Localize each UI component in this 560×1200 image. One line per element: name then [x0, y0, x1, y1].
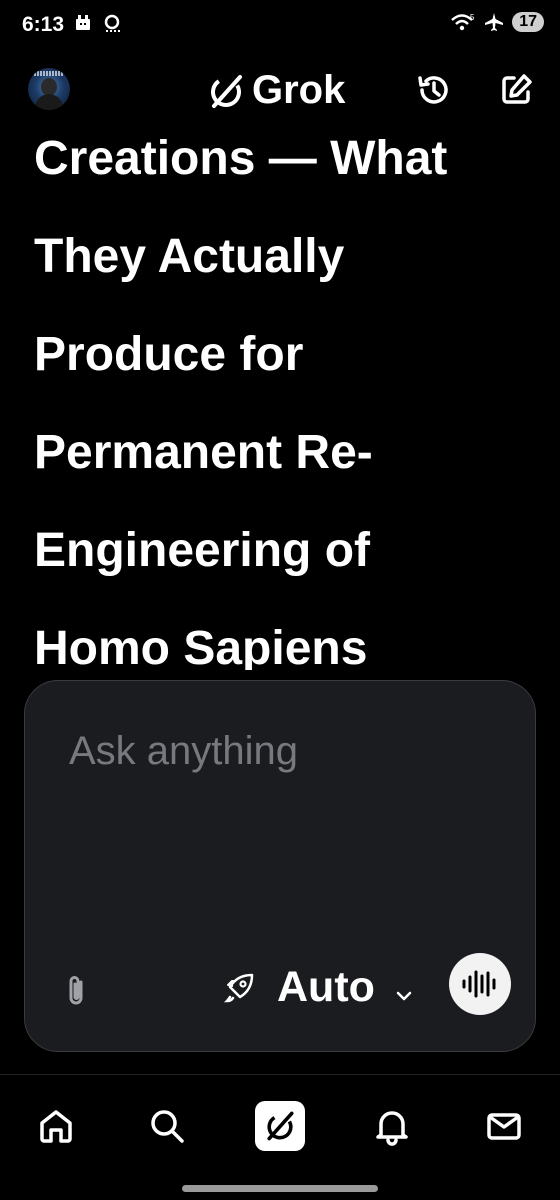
new-chat-button[interactable]: [496, 70, 536, 110]
avatar-body: [35, 94, 63, 110]
status-right: 5 17: [450, 12, 544, 32]
mail-icon: [487, 1113, 521, 1140]
search-icon: [151, 1110, 184, 1143]
bottom-nav: [0, 1074, 560, 1200]
paperclip-icon: [69, 976, 83, 1005]
heading-line: Creations — What: [34, 132, 448, 185]
status-time: 6:13: [22, 13, 65, 36]
app-notification-icon: [76, 15, 90, 30]
composer[interactable]: Ask anything Auto: [24, 680, 536, 1052]
nav-home[interactable]: [31, 1101, 81, 1151]
bell-icon: [376, 1111, 408, 1146]
grok-icon: [267, 1111, 294, 1141]
heading-line: Homo Sapiens: [34, 622, 368, 670]
wifi-icon: 5: [451, 13, 475, 31]
brand-name: Grok: [252, 68, 346, 112]
heading-line: Permanent Re-: [34, 426, 373, 479]
brand: Grok: [206, 68, 345, 113]
rocket-icon: [223, 973, 254, 1003]
model-label[interactable]: Auto: [277, 963, 375, 1012]
response-content: Creations — What They Actually Produce f…: [34, 110, 534, 670]
notification-icons: [74, 14, 122, 34]
new-chat-icon: [502, 74, 532, 104]
battery-indicator: 17: [512, 12, 544, 32]
avatar-image-text: [34, 71, 64, 76]
heading-line: They Actually: [34, 230, 345, 283]
avatar[interactable]: [28, 68, 70, 110]
model-selector[interactable]: Auto: [223, 959, 415, 1015]
heading-line: Engineering of: [34, 524, 370, 577]
history-button[interactable]: [414, 70, 454, 110]
airplane-icon: [485, 13, 504, 31]
ask-input[interactable]: Ask anything: [69, 729, 298, 774]
voice-waveform-icon: [462, 970, 496, 998]
heading-line: Produce for: [34, 328, 304, 381]
history-icon: [418, 76, 448, 104]
home-icon: [40, 1110, 72, 1143]
attach-button[interactable]: [57, 971, 97, 1011]
status-bar: 6:13 5 17: [0, 0, 560, 52]
home-indicator[interactable]: [182, 1185, 378, 1192]
nav-notifications[interactable]: [367, 1101, 417, 1151]
nav-messages[interactable]: [479, 1101, 529, 1151]
voice-mode-button[interactable]: [449, 953, 511, 1015]
nav-search[interactable]: [142, 1101, 192, 1151]
search-notification-icon: [104, 14, 120, 32]
nav-grok[interactable]: [255, 1101, 305, 1151]
grok-logo-icon: [211, 74, 242, 108]
chevron-down-icon: [396, 991, 412, 1001]
wifi-badge: 5: [470, 13, 475, 22]
